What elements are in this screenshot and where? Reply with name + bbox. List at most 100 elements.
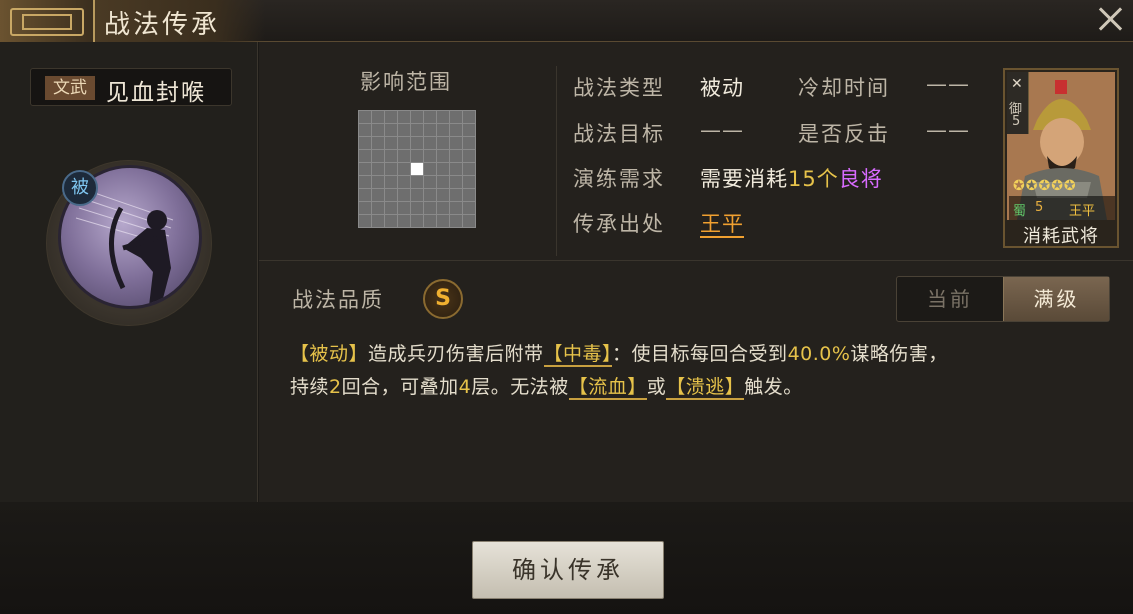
range-cell [385,111,397,123]
range-cell [463,137,475,149]
quality-label: 战法品质 [292,288,384,312]
range-cell [437,176,449,188]
close-button[interactable] [1093,2,1127,36]
origin-link[interactable]: 王平 [700,212,744,238]
range-grid [358,110,476,228]
range-cell [385,163,397,175]
training-prefix: 需要消耗 [700,167,788,191]
range-cell [385,215,397,227]
desc-damage-rate: 40.0% [787,343,851,365]
range-cell-center [411,163,423,175]
range-cell [411,150,423,162]
range-cell [385,176,397,188]
range-cell [424,111,436,123]
divider [259,260,1133,261]
desc-text: 触发。 [744,376,803,398]
range-cell [411,176,423,188]
desc-keyword-bleed[interactable]: 【流血】 [568,376,647,400]
training-count: 15个 [788,167,839,191]
range-cell [359,124,371,136]
desc-text: 造成兵刃伤害后附带 [368,343,544,365]
range-cell [450,163,462,175]
range-cell [424,150,436,162]
range-cell [463,202,475,214]
origin-value[interactable]: 王平 [700,208,744,238]
range-cell [359,137,371,149]
desc-duration: 2 [329,376,342,398]
range-cell [385,202,397,214]
range-cell [437,189,449,201]
range-cell [411,202,423,214]
desc-keyword-poison[interactable]: 【中毒】 [543,343,613,367]
cooldown-label: 冷却时间 [798,76,890,100]
range-cell [411,137,423,149]
range-cell [424,124,436,136]
range-cell [450,111,462,123]
confirm-inherit-button[interactable]: 确认传承 [472,541,664,599]
range-cell [463,150,475,162]
type-value: 被动 [700,76,744,100]
consume-general-label: 消耗武将 [1023,226,1099,247]
desc-text: 持续 [290,376,330,398]
target-label: 战法目标 [573,122,665,146]
range-cell [450,215,462,227]
range-cell [398,111,410,123]
range-cell [450,202,462,214]
quality-badge: S [423,279,463,319]
range-cell [437,215,449,227]
range-cell [359,163,371,175]
divider [556,66,557,256]
title-ornament-icon [0,0,95,42]
desc-text: ：使目标每回合受到 [612,343,788,365]
range-cell [372,137,384,149]
range-cell [450,124,462,136]
skill-type-tag: 文武 [45,76,95,100]
cooldown-value: —— [926,72,970,96]
range-cell [463,176,475,188]
origin-label: 传承出处 [573,212,665,236]
range-cell [398,202,410,214]
range-cell [411,111,423,123]
range-cell [450,137,462,149]
range-cell [424,163,436,175]
range-cell [411,124,423,136]
passive-badge: 被 [62,170,98,206]
hero-side-tag: ✕ 御 5 [1007,72,1029,134]
desc-keyword-rout[interactable]: 【溃逃】 [666,376,745,400]
range-cell [463,189,475,201]
range-cell [463,215,475,227]
tab-max-level[interactable]: 满级 [1003,277,1109,321]
range-cell [359,150,371,162]
title-bar: 战法传承 [0,0,1133,42]
range-cell [463,111,475,123]
training-value: 需要消耗15个良将 [700,163,883,193]
range-cell [424,176,436,188]
skill-name: 见血封喉 [106,80,206,106]
desc-text: 回合，可叠加 [341,376,459,398]
range-cell [398,150,410,162]
range-cell [372,176,384,188]
desc-passive-tag: 【被动】 [290,343,369,365]
range-cell [372,163,384,175]
desc-text: 谋略伤害， [850,343,948,365]
hero-name: 王平 [1069,204,1096,219]
hero-card[interactable]: ✕ 御 5 ✪✪✪✪✪ 蜀 5 王平 消耗武将 [1003,68,1119,248]
range-cell [398,124,410,136]
range-cell [437,202,449,214]
range-cell [424,137,436,149]
range-cell [463,163,475,175]
range-cell [385,189,397,201]
hero-level: 5 [1035,200,1044,215]
range-cell [359,111,371,123]
range-cell [385,150,397,162]
hero-cost: 5 [1012,114,1021,129]
type-label: 战法类型 [573,76,665,100]
range-cell [398,215,410,227]
range-cell [385,137,397,149]
hero-portrait: ✕ 御 5 ✪✪✪✪✪ 蜀 5 王平 [1007,72,1115,220]
range-cell [424,189,436,201]
range-label: 影响范围 [360,70,452,94]
hero-info-bar: 蜀 5 王平 [1009,196,1115,220]
desc-text: 或 [646,376,667,398]
tab-current-level[interactable]: 当前 [897,277,1003,321]
